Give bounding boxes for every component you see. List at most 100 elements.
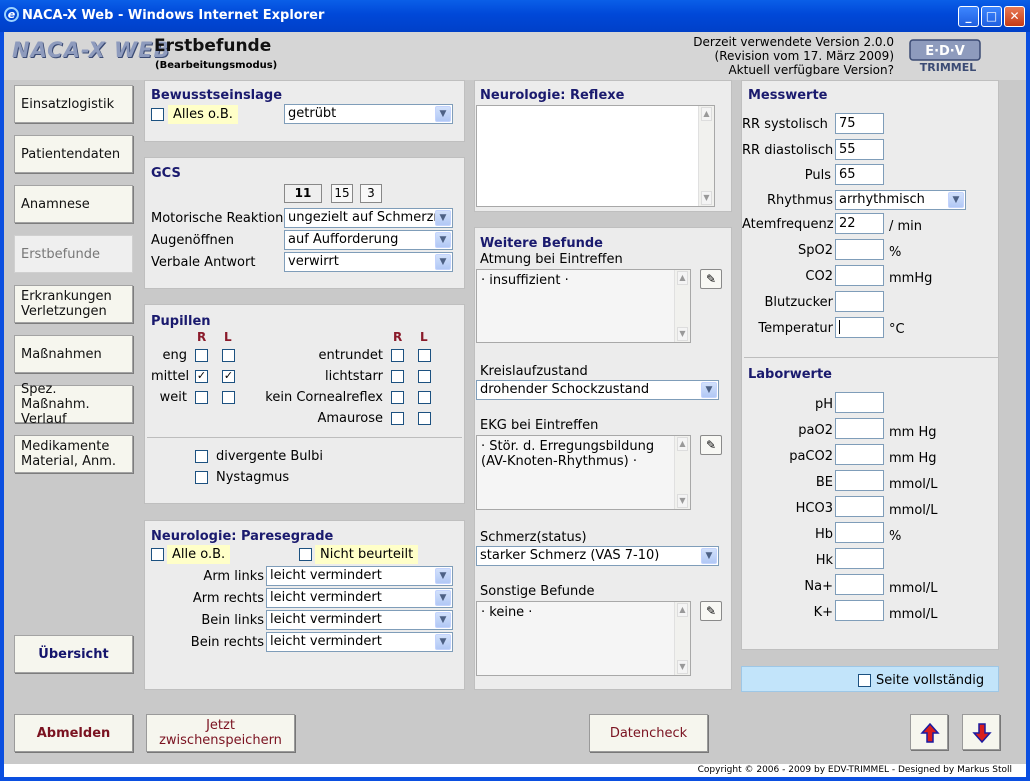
puls-label: Puls [804,168,831,183]
ekg-textarea[interactable]: · Stör. d. Erregungsbildung (AV-Knoten-Rh… [476,435,691,510]
sonstige-textarea[interactable]: · keine · ▲ ▼ [476,601,691,676]
nav-medikamente[interactable]: Medikamente Material, Anm. [14,435,133,473]
sonstige-label: Sonstige Befunde [480,584,595,599]
kreislauf-select[interactable]: drohender Schockzustand ▼ [476,380,719,400]
hb-input[interactable] [835,522,884,543]
nav-uebersicht[interactable]: Übersicht [14,635,133,673]
rhythmus-select[interactable]: arrhythmisch ▼ [835,190,966,210]
co2-unit: mmHg [889,271,933,286]
page-complete-label: Seite vollständig [876,673,985,688]
pupillen-eng-l-checkbox[interactable] [222,349,235,362]
gcs-eyes-select[interactable]: auf Aufforderung ▼ [284,230,453,250]
bewusstseinslage-alles-ob-checkbox[interactable] [151,108,164,121]
scroll-down-button[interactable] [962,714,1000,750]
pupillen-amaurose-l-checkbox[interactable] [418,412,431,425]
co2-input[interactable] [835,265,884,286]
atemfrequenz-label: Atemfrequenz [742,217,834,232]
pupillen-entrundet-l-checkbox[interactable] [418,349,431,362]
paresegrade-nicht-beurteilt-checkbox[interactable] [299,548,312,561]
nav-massnahmen[interactable]: Maßnahmen [14,335,133,373]
chevron-down-icon: ▼ [948,192,964,208]
save-draft-button[interactable]: Jetzt zwischenspeichern [146,714,295,752]
scroll-up-button[interactable] [910,714,948,750]
pupillen-eng-r-checkbox[interactable] [195,349,208,362]
nav-erstbefunde[interactable]: Erstbefunde [14,235,133,273]
close-button[interactable]: ✕ [1004,6,1025,27]
pupillen-cornealreflex-r-checkbox[interactable] [391,391,404,404]
spo2-input[interactable] [835,239,884,260]
datencheck-button[interactable]: Datencheck [589,714,708,752]
scrollbar[interactable]: ▲ ▼ [674,602,690,675]
nav-patientendaten[interactable]: Patientendaten [14,135,133,173]
page-complete-checkbox[interactable] [858,674,871,687]
pupillen-lichtstarr-label: lichtstarr [324,369,383,384]
pupillen-eng-label: eng [162,348,188,363]
maximize-button[interactable]: □ [981,6,1002,27]
atemfrequenz-input[interactable]: 22 [835,213,884,234]
pupillen-l-right: L [420,330,428,344]
blutzucker-input[interactable] [835,291,884,312]
app-header: NACA-X WEB Erstbefunde (Bearbeitungsmodu… [4,32,1026,80]
ekg-edit-button[interactable]: ✎ [700,435,722,455]
k-input[interactable] [835,600,884,621]
na-input[interactable] [835,574,884,595]
pupillen-weit-r-checkbox[interactable] [195,391,208,404]
scrollbar[interactable]: ▲ ▼ [698,106,714,206]
scroll-up-icon: ▲ [677,271,688,285]
temperatur-input[interactable] [835,317,884,338]
hco3-unit: mmol/L [889,503,938,518]
bein-rechts-select[interactable]: leicht vermindert ▼ [266,632,453,652]
pupillen-cornealreflex-l-checkbox[interactable] [418,391,431,404]
pao2-input[interactable] [835,418,884,439]
logout-button[interactable]: Abmelden [14,714,133,752]
pupillen-mittel-r-checkbox[interactable]: ✓ [195,370,208,383]
scrollbar[interactable]: ▲ ▼ [674,270,690,342]
nav-spez-massnahmen[interactable]: Spez. Maßnahm. Verlauf [14,382,133,427]
rr-dia-input[interactable]: 55 [835,139,884,160]
sonstige-edit-button[interactable]: ✎ [700,601,722,621]
pupillen-weit-l-checkbox[interactable] [222,391,235,404]
atmung-textarea[interactable]: · insuffizient · ▲ ▼ [476,269,691,343]
divergent-bulbi-checkbox[interactable] [195,450,208,463]
gcs-motor-value: ungezielt auf Schmerzr [288,210,439,225]
bewusstseinslage-title: Bewusstseinslage [151,88,283,103]
paresegrade-alle-ob-checkbox[interactable] [151,548,164,561]
gcs-total: 11 [284,184,322,203]
paco2-input[interactable] [835,444,884,465]
pupillen-cornealreflex-label: kein Cornealreflex [265,390,383,405]
arm-rechts-select[interactable]: leicht vermindert ▼ [266,588,453,608]
ekg-value-line2: (AV-Knoten-Rhythmus) · [481,454,638,469]
minimize-button[interactable]: _ [958,6,979,27]
nav-anamnese[interactable]: Anamnese [14,185,133,223]
atmung-edit-button[interactable]: ✎ [700,269,722,289]
scroll-down-icon: ▼ [701,191,712,205]
ekg-value-line1: · Stör. d. Erregungsbildung [481,439,655,454]
pupillen-lichtstarr-r-checkbox[interactable] [391,370,404,383]
rr-sys-input[interactable]: 75 [835,113,884,134]
nav-einsatzlogistik[interactable]: Einsatzlogistik [14,85,133,123]
be-input[interactable] [835,470,884,491]
version-check-link[interactable]: Aktuell verfügbare Version? [693,63,894,77]
version-current: Derzeit verwendete Version 2.0.0 [693,35,894,49]
puls-input[interactable]: 65 [835,164,884,185]
text-cursor [839,320,840,334]
nystagmus-checkbox[interactable] [195,471,208,484]
pupillen-amaurose-r-checkbox[interactable] [391,412,404,425]
hk-input[interactable] [835,548,884,569]
rhythmus-label: Rhythmus [767,193,833,208]
pupillen-lichtstarr-l-checkbox[interactable] [418,370,431,383]
hco3-input[interactable] [835,496,884,517]
nav-erkrankungen[interactable]: Erkrankungen Verletzungen [14,285,133,323]
arm-links-select[interactable]: leicht vermindert ▼ [266,566,453,586]
gcs-verbal-select[interactable]: verwirrt ▼ [284,252,453,272]
gcs-motor-select[interactable]: ungezielt auf Schmerzr ▼ [284,208,453,228]
bein-links-select[interactable]: leicht vermindert ▼ [266,610,453,630]
scrollbar[interactable]: ▲ ▼ [674,436,690,509]
k-unit: mmol/L [889,607,938,622]
reflexe-textarea[interactable]: ▲ ▼ [476,105,715,207]
bewusstseinslage-select[interactable]: getrübt ▼ [284,104,453,124]
pupillen-entrundet-r-checkbox[interactable] [391,349,404,362]
pupillen-mittel-l-checkbox[interactable]: ✓ [222,370,235,383]
ph-input[interactable] [835,392,884,413]
schmerz-select[interactable]: starker Schmerz (VAS 7-10) ▼ [476,546,719,566]
